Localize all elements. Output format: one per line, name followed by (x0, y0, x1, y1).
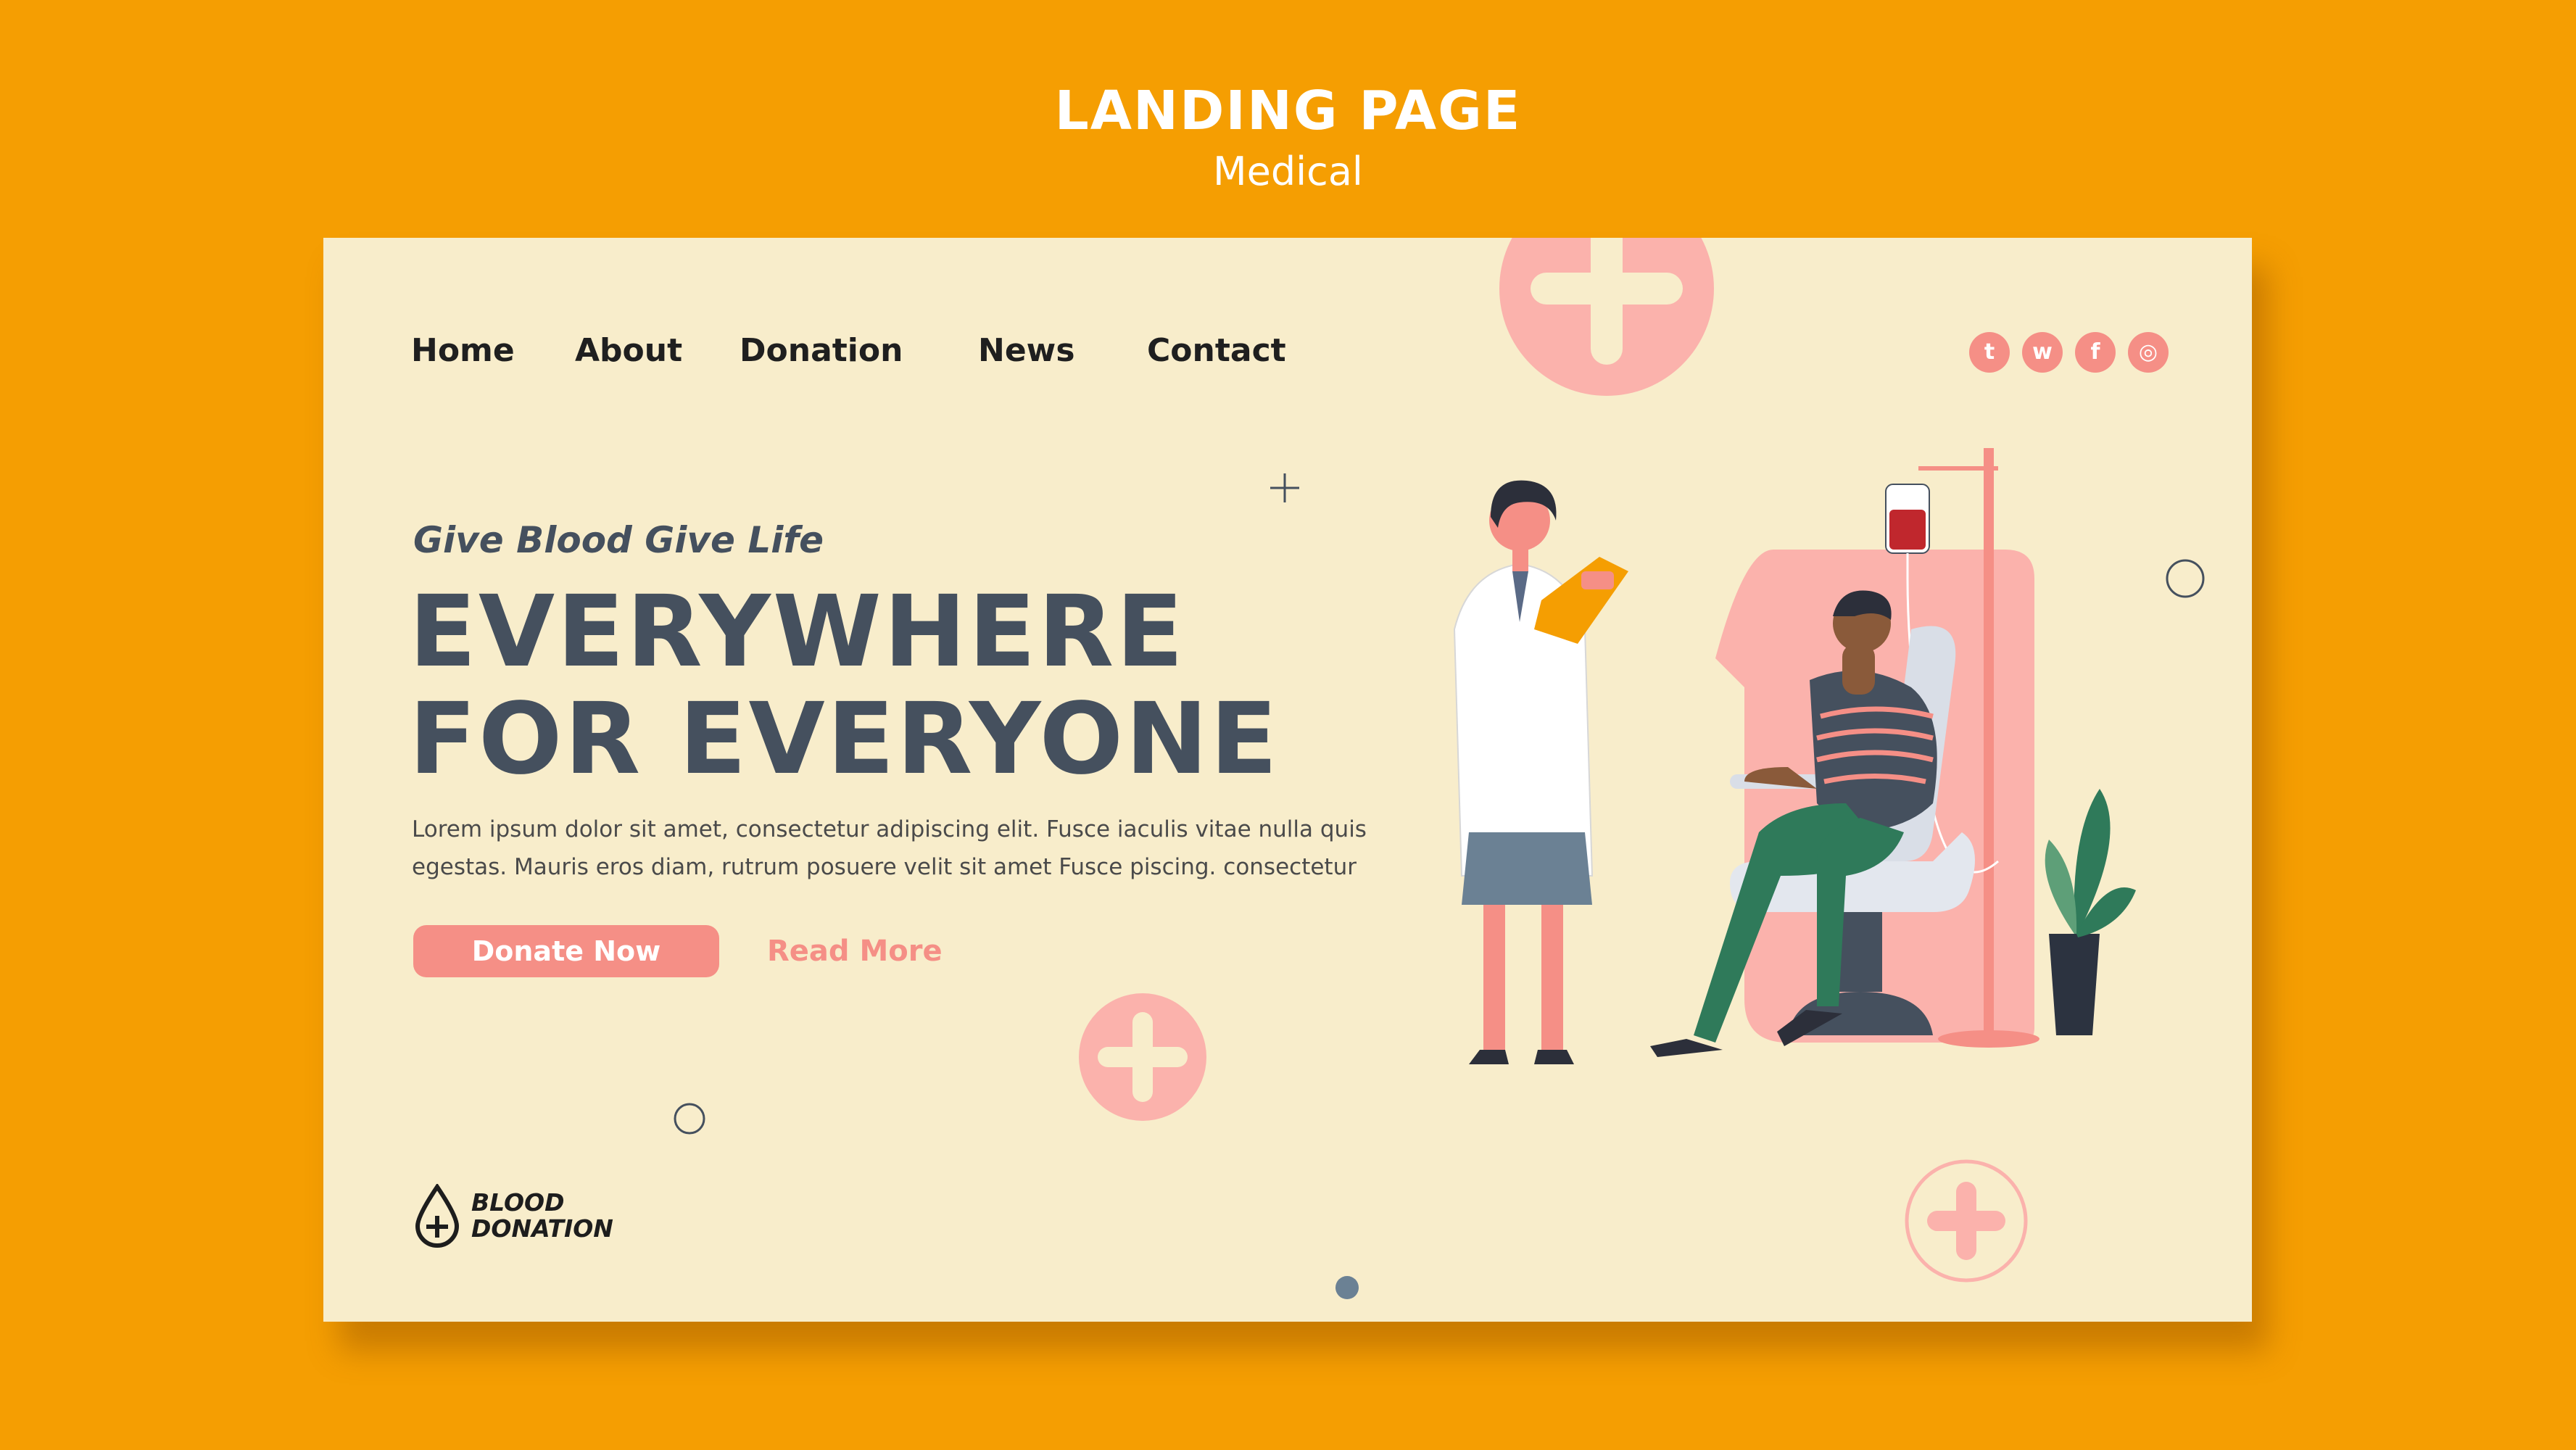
hero-headline-line2: FOR EVERYONE (409, 682, 1280, 797)
hero-description-line1: Lorem ipsum dolor sit amet, consectetur … (412, 816, 1367, 842)
hero-description-line2: egestas. Mauris eros diam, rutrum posuer… (412, 854, 1357, 880)
nav-item-donation[interactable]: Donation (740, 332, 903, 369)
nav-item-home[interactable]: Home (411, 332, 515, 369)
dot-decoration (1335, 1276, 1359, 1299)
blood-drop-icon (415, 1184, 460, 1248)
small-plus-decoration (1270, 473, 1299, 502)
ring-decoration (674, 1103, 705, 1135)
plus-circle-center-decoration (1079, 993, 1206, 1121)
twitter-icon[interactable]: t (1969, 332, 2010, 373)
whatsapp-icon[interactable]: w (2022, 332, 2063, 373)
logo-wordmark: BLOOD DONATION (471, 1190, 613, 1242)
instagram-icon[interactable]: ◎ (2128, 332, 2169, 373)
hero-tagline: Give Blood Give Life (413, 519, 824, 561)
landing-page-card: Home About Donation News Contact t w f ◎… (323, 238, 2252, 1322)
logo-line2: DONATION (471, 1214, 613, 1243)
poster-title: LANDING PAGE (1054, 80, 1522, 142)
ring-decoration (2166, 559, 2205, 598)
hero-headline-line1: EVERYWHERE (409, 575, 1186, 689)
plus-circle-top-decoration (1499, 238, 1714, 396)
plus-circle-outline-decoration (1905, 1159, 2028, 1283)
blood-donation-logo: BLOOD DONATION (413, 1184, 645, 1249)
nav-item-news[interactable]: News (978, 332, 1075, 369)
hero-description: Lorem ipsum dolor sit amet, consectetur … (412, 811, 1412, 886)
blood-donation-illustration (1453, 448, 2136, 1064)
nav-item-about[interactable]: About (575, 332, 682, 369)
logo-line1: BLOOD (471, 1188, 565, 1217)
donate-now-button[interactable]: Donate Now (413, 925, 719, 977)
poster-subtitle: Medical (1213, 149, 1363, 194)
nav-item-contact[interactable]: Contact (1147, 332, 1286, 369)
facebook-icon[interactable]: f (2075, 332, 2116, 373)
hero-headline: EVERYWHERE FOR EVERYONE (409, 579, 1280, 793)
read-more-link[interactable]: Read More (767, 925, 943, 977)
